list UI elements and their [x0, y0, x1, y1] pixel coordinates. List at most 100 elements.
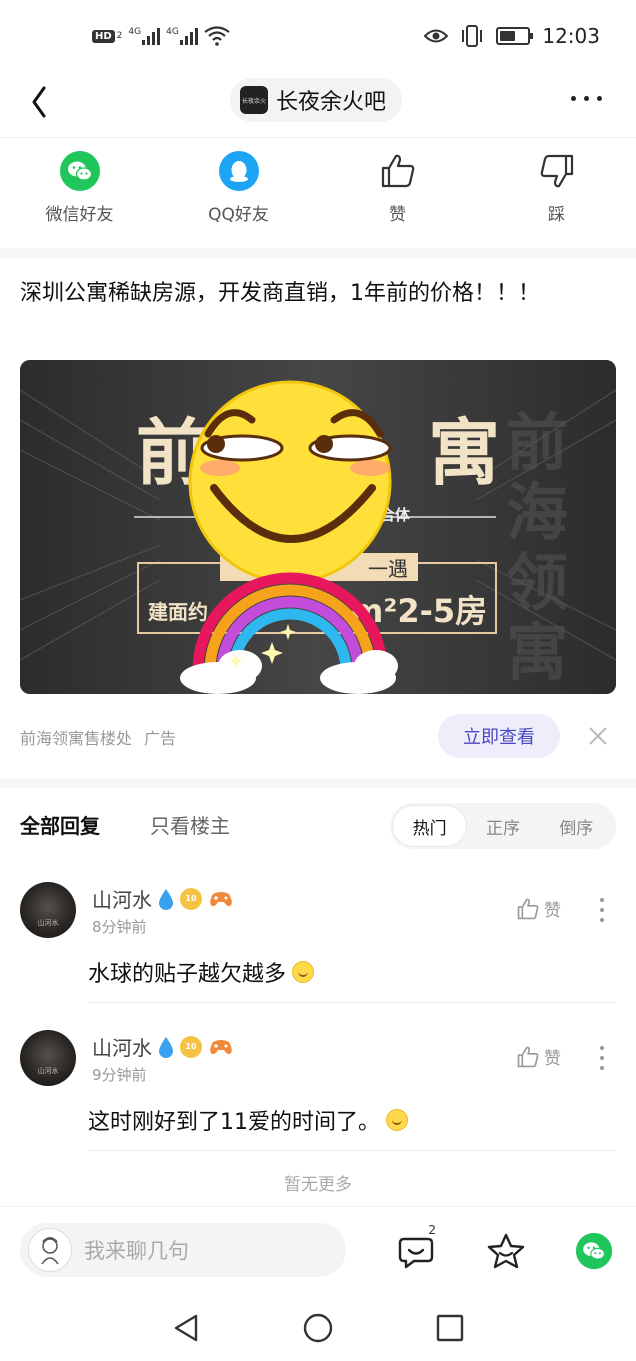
thumbs-up-icon	[517, 898, 539, 919]
signal-1-icon: 4G	[128, 27, 161, 45]
user-avatar-icon	[28, 1228, 72, 1272]
like-label: 赞	[544, 1049, 561, 1069]
comments-button[interactable]: 2	[394, 1223, 438, 1273]
comment-username[interactable]: 山河水 10	[92, 884, 234, 913]
divider	[88, 1150, 616, 1151]
status-right: 12:03	[424, 24, 600, 48]
smiley-sticker-icon	[180, 380, 398, 694]
share-label: QQ好友	[208, 205, 269, 225]
wechat-icon	[575, 1232, 613, 1270]
wechat-icon	[59, 150, 101, 192]
sort-toggle: 热门 正序 倒序	[390, 803, 616, 849]
dot-icon	[597, 95, 602, 101]
avatar-text: 山河水	[37, 1067, 59, 1075]
comment-count: 2	[428, 1223, 436, 1237]
battery-icon	[496, 27, 534, 45]
share-qq-button[interactable]: QQ好友	[159, 138, 318, 248]
comment-time: 9分钟前	[92, 1066, 147, 1084]
avatar[interactable]: 山河水	[20, 882, 76, 938]
hd-badge: HD	[92, 29, 115, 43]
ad-close-button[interactable]	[586, 724, 610, 748]
level-badge-icon: 10	[180, 1035, 202, 1058]
ad-banner-image[interactable]: 前 寓 合体 一遇 建面约 m²2-5房 前海领寓	[20, 360, 616, 694]
share-label: 微信好友	[45, 205, 114, 225]
reply-tabs: 全部回复 只看楼主 热门 正序 倒序	[0, 790, 636, 860]
water-drop-icon	[159, 888, 173, 910]
clock: 12:03	[542, 24, 600, 48]
avatar[interactable]: 山河水	[20, 1030, 76, 1086]
forum-name: 长夜余火吧	[276, 90, 387, 115]
status-left: HD 2 4G 4G	[92, 26, 230, 46]
tab-all-replies[interactable]: 全部回复	[20, 810, 100, 839]
nav-home-icon[interactable]	[302, 1312, 334, 1344]
signal-2-label: 4G	[166, 27, 179, 37]
vibrate-icon	[462, 25, 483, 47]
battery-level	[500, 31, 515, 41]
no-more-text: 暂无更多	[284, 1175, 352, 1195]
comment-more-button[interactable]	[598, 898, 606, 922]
sort-desc-button[interactable]: 倒序	[540, 806, 613, 846]
share-wechat-bottom-button[interactable]	[572, 1229, 616, 1273]
bottom-input-bar: 我来聊几句 2	[0, 1206, 636, 1294]
forum-link[interactable]: 长夜余火 长夜余火吧	[230, 78, 403, 122]
signal-2-icon: 4G	[166, 27, 198, 45]
close-icon	[589, 727, 607, 745]
dot-icon	[571, 95, 576, 101]
top-header: 长夜余火 长夜余火吧	[0, 74, 636, 138]
smile-emoji-icon	[386, 1109, 408, 1131]
star-icon	[487, 1233, 525, 1269]
signal-1-label: 4G	[128, 27, 142, 37]
thumbs-down-icon	[536, 150, 578, 192]
forum-avatar: 长夜余火	[240, 86, 268, 114]
comment-bubble-icon	[398, 1237, 434, 1269]
nav-back-icon[interactable]	[170, 1312, 202, 1344]
sort-hot-button[interactable]: 热门	[393, 806, 467, 846]
more-options-button[interactable]	[571, 86, 602, 110]
share-wechat-button[interactable]: 微信好友	[0, 138, 159, 248]
tab-owner-only[interactable]: 只看楼主	[150, 810, 230, 839]
qq-icon	[218, 150, 260, 192]
water-drop-icon	[159, 1036, 173, 1058]
level-badge-icon: 10	[180, 887, 202, 910]
thumbs-up-icon	[377, 150, 419, 192]
hd-sub: 2	[116, 31, 123, 41]
ad-title[interactable]: 深圳公寓稀缺房源，开发商直销，1年前的价格！！！	[20, 276, 580, 312]
system-nav-bar	[0, 1294, 636, 1361]
comment-like-button[interactable]: 赞	[516, 896, 561, 921]
comment-more-button[interactable]	[598, 1046, 606, 1070]
comment-text: 这时刚好到了11爱的时间了。	[88, 1104, 408, 1136]
wifi-icon	[204, 26, 230, 46]
input-placeholder: 我来聊几句	[84, 1239, 189, 1263]
dot-icon	[584, 95, 589, 101]
username-text: 山河水	[92, 1036, 152, 1060]
comment-body: 这时刚好到了11爱的时间了。	[88, 1110, 380, 1135]
comment-username[interactable]: 山河水 10	[92, 1032, 234, 1061]
share-label: 赞	[389, 205, 406, 225]
comment-text: 水球的贴子越欠越多	[88, 956, 315, 988]
game-controller-icon	[210, 891, 232, 906]
ad-view-now-button[interactable]: 立即查看	[438, 714, 560, 758]
share-label: 踩	[548, 205, 565, 225]
favorite-button[interactable]	[484, 1229, 528, 1273]
comment-like-button[interactable]: 赞	[516, 1044, 561, 1069]
ad-advertiser: 前海领寓售楼处	[20, 729, 133, 748]
share-row: 微信好友 QQ好友 赞 踩	[0, 138, 636, 248]
back-button[interactable]	[24, 84, 64, 124]
forum-avatar-text: 长夜余火	[241, 97, 266, 105]
like-post-button[interactable]: 赞	[318, 138, 477, 248]
nav-recents-icon[interactable]	[434, 1312, 466, 1344]
dislike-post-button[interactable]: 踩	[477, 138, 636, 248]
thumbs-up-icon	[517, 1046, 539, 1067]
section-divider	[0, 248, 636, 258]
section-divider	[0, 778, 636, 788]
like-label: 赞	[544, 901, 561, 921]
avatar-text: 山河水	[37, 919, 59, 927]
ad-meta: 前海领寓售楼处 广告	[20, 725, 176, 749]
eye-icon	[424, 29, 449, 43]
username-text: 山河水	[92, 888, 152, 912]
status-bar: HD 2 4G 4G 12:03	[0, 0, 636, 74]
comment-time: 8分钟前	[92, 918, 147, 936]
sort-asc-button[interactable]: 正序	[466, 806, 539, 846]
comment-input[interactable]: 我来聊几句	[20, 1223, 346, 1277]
smile-emoji-icon	[292, 961, 315, 983]
